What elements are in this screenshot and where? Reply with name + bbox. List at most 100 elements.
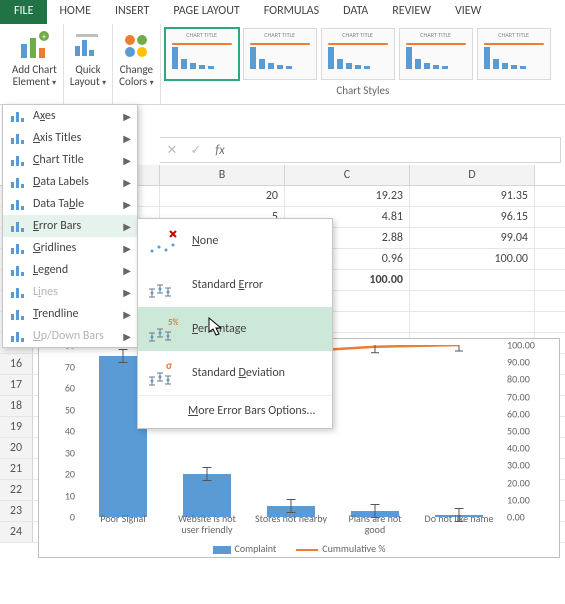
menu-item-icon [9,284,25,300]
menu-item-axis-titles[interactable]: Axis Titles ▶ [3,127,137,149]
error-bars-standard-error-icon [146,269,178,301]
menu-item-lines: Lines ▶ [3,281,137,303]
menu-item-label: Legend [33,263,115,277]
menu-item-data-table[interactable]: Data Table▶ [3,193,137,215]
submenu-arrow-icon: ▶ [123,286,131,299]
cell[interactable]: 19.23 [285,186,410,206]
menu-item-data-labels[interactable]: Data Labels▶ [3,171,137,193]
menu-item-icon [9,196,25,212]
error-bars-standard-error-label: Standard Error [192,278,263,292]
category-label: Plans are not good [339,513,411,535]
error-bars-none-icon [146,225,178,257]
category-label: Poor Signal [87,513,159,535]
menu-item-axes[interactable]: Axes ▶ [3,105,137,127]
add-chart-element-icon: + [18,30,50,62]
submenu-arrow-icon: ▶ [123,110,131,123]
row-header[interactable]: 23 [0,501,33,521]
menu-item-icon [9,328,25,344]
cell[interactable] [410,291,535,311]
cell[interactable]: 99.04 [410,228,535,248]
chart-bar[interactable] [183,474,231,517]
row-header[interactable]: 20 [0,438,33,458]
svg-text:+: + [42,32,46,42]
cancel-formula-icon[interactable]: ✕ [160,143,184,158]
dropdown-caret-icon: ▾ [102,78,106,88]
menu-item-label: Up/Down Bars [33,329,115,343]
chart-right-axis: 0.0010.0020.0030.0040.0050.0060.0070.008… [505,345,555,517]
error-bars-percentage[interactable]: 5% Percentage [138,307,332,351]
menu-item-label: Gridlines [33,241,115,255]
error-bars-none[interactable]: None [138,219,332,263]
add-chart-element-menu: Axes▶Axis Titles▶Chart Title▶Data Labels… [2,104,138,348]
error-bars-submenu: None Standard Error 5% Percentage σ Stan… [137,218,333,429]
chart-style-5[interactable]: CHART TITLE [477,28,551,80]
row-header[interactable]: 19 [0,417,33,437]
menu-item-label: Axes [33,109,115,123]
submenu-arrow-icon: ▶ [123,132,131,145]
cell[interactable]: 91.35 [410,186,535,206]
legend-label-complaint: Complaint [235,542,277,555]
menu-item-icon [9,152,25,168]
error-bars-percentage-icon: 5% [146,313,178,345]
quick-layout-icon [72,30,104,62]
row-header[interactable]: 24 [0,522,33,542]
svg-text:5%: 5% [168,317,178,328]
menu-item-trendline[interactable]: Trendline ▶ [3,303,137,325]
chart-style-1[interactable]: CHART TITLE [165,28,239,80]
fx-icon[interactable]: fx [208,143,232,158]
tab-file[interactable]: FILE [0,0,47,24]
menu-item-up-down-bars: Up/Down Bars ▶ [3,325,137,347]
row-header[interactable]: 18 [0,396,33,416]
menu-item-label: Error Bars [33,219,115,233]
row-header[interactable]: 21 [0,459,33,479]
error-bars-standard-deviation[interactable]: σ Standard Deviation [138,351,332,395]
menu-item-chart-title[interactable]: Chart Title ▶ [3,149,137,171]
menu-item-label: Trendline [33,307,115,321]
tab-insert[interactable]: INSERT [103,0,161,24]
chart-style-3[interactable]: CHART TITLE [321,28,395,80]
menu-item-legend[interactable]: Legend▶ [3,259,137,281]
col-header-b[interactable]: B [160,165,285,185]
submenu-arrow-icon: ▶ [123,330,131,343]
menu-item-label: Axis Titles [33,131,115,145]
menu-item-icon [9,218,25,234]
chart-style-4[interactable]: CHART TITLE [399,28,473,80]
accept-formula-icon[interactable]: ✓ [184,143,208,158]
ribbon: + Add Chart Element ▾ Quick Layout ▾ Cha… [0,24,565,105]
cell[interactable]: 100.00 [410,249,535,269]
submenu-arrow-icon: ▶ [123,308,131,321]
quick-layout-label2: Layout [70,75,100,88]
tab-home[interactable]: HOME [47,0,103,24]
error-bars-standard-error[interactable]: Standard Error [138,263,332,307]
cell[interactable]: 20 [160,186,285,206]
menu-item-gridlines[interactable]: Gridlines▶ [3,237,137,259]
submenu-arrow-icon: ▶ [123,176,131,189]
chart-category-labels: Poor SignalWebsite is not user friendlyS… [81,513,501,535]
col-header-d[interactable]: D [410,165,535,185]
tab-review[interactable]: REVIEW [380,0,443,24]
add-chart-element-button[interactable]: + Add Chart Element ▾ [12,28,57,88]
col-header-c[interactable]: C [285,165,410,185]
row-header[interactable]: 17 [0,375,33,395]
error-bars-none-label: None [192,234,218,248]
cell[interactable] [410,312,535,332]
menu-item-error-bars[interactable]: Error Bars▶ [3,215,137,237]
row-header[interactable]: 22 [0,480,33,500]
quick-layout-button[interactable]: Quick Layout ▾ [70,28,106,88]
tab-data[interactable]: DATA [331,0,380,24]
menu-item-icon [9,240,25,256]
row-header[interactable]: 16 [0,354,33,374]
more-error-bars-options[interactable]: More Error Bars Options... [138,395,332,428]
tab-page-layout[interactable]: PAGE LAYOUT [161,0,251,24]
cell[interactable] [410,270,535,290]
menu-item-label: Lines [33,285,115,299]
menu-item-label: Chart Title [33,153,115,167]
tab-formulas[interactable]: FORMULAS [252,0,331,24]
change-colors-button[interactable]: Change Colors ▾ [119,28,153,88]
cell[interactable]: 96.15 [410,207,535,227]
tab-view[interactable]: VIEW [443,0,493,24]
category-label: Stores not nearby [255,513,327,535]
submenu-arrow-icon: ▶ [123,154,131,167]
chart-style-2[interactable]: CHART TITLE [243,28,317,80]
legend-swatch-complaint [213,546,231,554]
